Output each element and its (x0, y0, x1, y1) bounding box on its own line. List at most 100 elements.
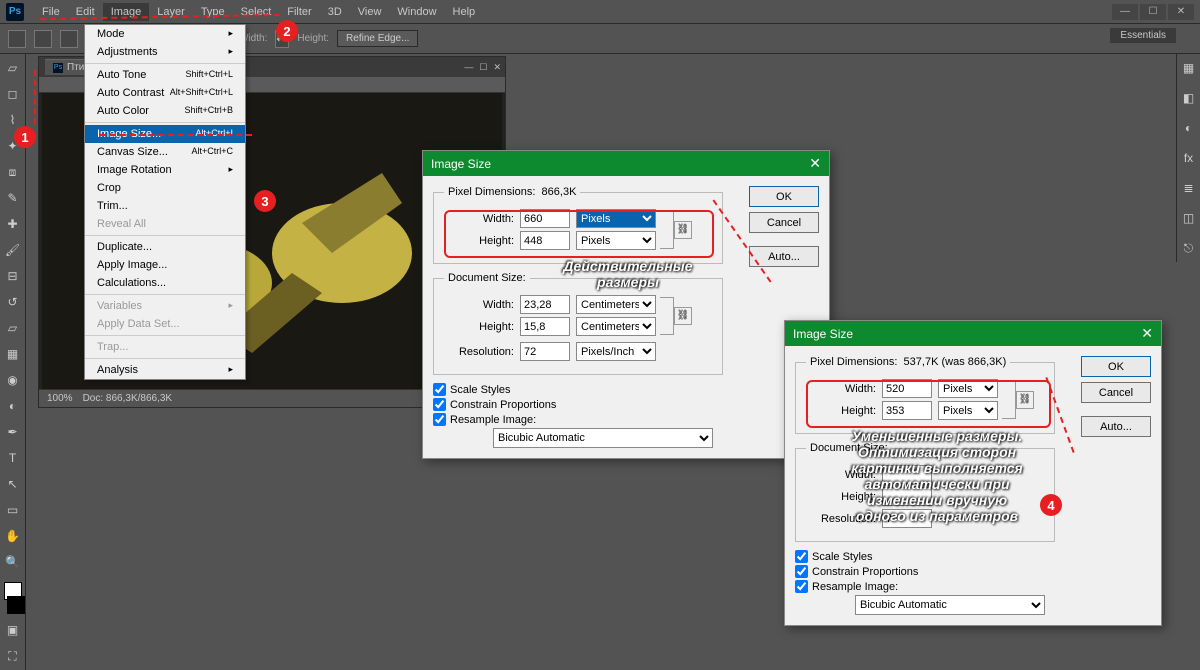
doc-width-unit[interactable]: Centimeters (576, 295, 656, 314)
healing-tool[interactable]: ✚ (3, 214, 23, 234)
ok-button[interactable]: OK (749, 186, 819, 207)
screenmode-tool[interactable]: ⛶ (3, 646, 23, 666)
zoom-tool[interactable]: 🔍 (3, 552, 23, 572)
gradient-tool[interactable]: ▦ (3, 344, 23, 364)
constrain-check[interactable] (795, 565, 808, 578)
resample-check[interactable] (795, 580, 808, 593)
annotation-bubble-3: 3 (254, 190, 276, 212)
close-button[interactable]: ✕ (1168, 4, 1194, 20)
paths-panel-icon[interactable]: ⎋ (1179, 238, 1199, 258)
scale-styles-check[interactable] (795, 550, 808, 563)
auto-button[interactable]: Auto... (1081, 416, 1151, 437)
cancel-button[interactable]: Cancel (1081, 382, 1151, 403)
menu-select[interactable]: Select (233, 3, 280, 21)
menu-filter[interactable]: Filter (279, 3, 319, 21)
width-unit[interactable]: Pixels (576, 209, 656, 228)
width-input[interactable] (520, 209, 570, 228)
dialog-titlebar[interactable]: Image Size✕ (423, 151, 829, 176)
close-icon[interactable]: ✕ (809, 155, 821, 172)
dodge-tool[interactable]: ◐ (3, 396, 23, 416)
move-tool[interactable]: ▱ (3, 58, 23, 78)
menu-help[interactable]: Help (445, 3, 484, 21)
eyedropper-tool[interactable]: ✎ (3, 188, 23, 208)
marquee-new-icon[interactable] (34, 30, 52, 48)
blur-tool[interactable]: ◉ (3, 370, 23, 390)
menu-item-crop[interactable]: Crop (85, 179, 245, 197)
pen-tool[interactable]: ✒ (3, 422, 23, 442)
resample-check[interactable] (433, 413, 446, 426)
scale-styles-check[interactable] (433, 383, 446, 396)
menu-item-image-rotation[interactable]: Image Rotation▸ (85, 161, 245, 179)
maximize-button[interactable]: ☐ (1140, 4, 1166, 20)
layers-panel-icon[interactable]: ≣ (1179, 178, 1199, 198)
doc-max-icon[interactable]: ☐ (479, 62, 487, 73)
cancel-button[interactable]: Cancel (749, 212, 819, 233)
link-icon[interactable]: ⛓ (674, 307, 692, 325)
menu-view[interactable]: View (350, 3, 390, 21)
marquee-add-icon[interactable] (60, 30, 78, 48)
doc-height-input[interactable] (520, 317, 570, 336)
menu-item-auto-color[interactable]: Auto ColorShift+Ctrl+B (85, 102, 245, 120)
menu-item-analysis[interactable]: Analysis▸ (85, 361, 245, 379)
width-input[interactable] (882, 379, 932, 398)
channels-panel-icon[interactable]: ◫ (1179, 208, 1199, 228)
menu-item-trim-[interactable]: Trim... (85, 197, 245, 215)
menu-window[interactable]: Window (389, 3, 444, 21)
hand-tool[interactable]: ✋ (3, 526, 23, 546)
doc-close-icon[interactable]: ✕ (493, 62, 501, 73)
stamp-tool[interactable]: ⊟ (3, 266, 23, 286)
ok-button[interactable]: OK (1081, 356, 1151, 377)
doc-width-input[interactable] (520, 295, 570, 314)
menu-type[interactable]: Type (193, 3, 233, 21)
refine-edge-button[interactable]: Refine Edge... (337, 30, 418, 47)
menu-item-auto-tone[interactable]: Auto ToneShift+Ctrl+L (85, 66, 245, 84)
minimize-button[interactable]: — (1112, 4, 1138, 20)
color-panel-icon[interactable]: ▦ (1179, 58, 1199, 78)
adjust-panel-icon[interactable]: ◐ (1179, 118, 1199, 138)
height-unit[interactable]: Pixels (938, 401, 998, 420)
crop-tool[interactable]: ⧈ (3, 162, 23, 182)
link-icon[interactable]: ⛓ (674, 221, 692, 239)
image-menu-dropdown: Mode▸Adjustments▸Auto ToneShift+Ctrl+LAu… (84, 24, 246, 380)
menu-item-apply-image-[interactable]: Apply Image... (85, 256, 245, 274)
shape-tool[interactable]: ▭ (3, 500, 23, 520)
dialog-titlebar[interactable]: Image Size✕ (785, 321, 1161, 346)
quickmask-tool[interactable]: ▣ (3, 620, 23, 640)
menu-item-calculations-[interactable]: Calculations... (85, 274, 245, 292)
menu-item-auto-contrast[interactable]: Auto ContrastAlt+Shift+Ctrl+L (85, 84, 245, 102)
resample-method[interactable]: Bicubic Automatic (493, 428, 713, 448)
doc-min-icon[interactable]: — (464, 62, 473, 73)
width-unit[interactable]: Pixels (938, 379, 998, 398)
height-input[interactable] (520, 231, 570, 250)
height-unit[interactable]: Pixels (576, 231, 656, 250)
link-icon[interactable]: ⛓ (1016, 391, 1034, 409)
swatches-panel-icon[interactable]: ◧ (1179, 88, 1199, 108)
path-tool[interactable]: ↖ (3, 474, 23, 494)
menu-item-duplicate-[interactable]: Duplicate... (85, 238, 245, 256)
res-input[interactable] (520, 342, 570, 361)
res-unit[interactable]: Pixels/Inch (576, 342, 656, 361)
marquee-tool[interactable]: ◻ (3, 84, 23, 104)
bg-color[interactable] (7, 596, 25, 614)
history-brush-tool[interactable]: ↺ (3, 292, 23, 312)
height-input[interactable] (882, 401, 932, 420)
right-panels: ▦ ◧ ◐ fx ≣ ◫ ⎋ (1176, 54, 1200, 262)
tool-preset-icon[interactable] (8, 30, 26, 48)
menu-3d[interactable]: 3D (320, 3, 350, 21)
window-controls: — ☐ ✕ (1112, 4, 1194, 20)
menu-item-canvas-size-[interactable]: Canvas Size...Alt+Ctrl+C (85, 143, 245, 161)
zoom-value[interactable]: 100% (47, 393, 73, 404)
doc-status-text: Doc: 866,3K/866,3K (83, 393, 173, 404)
menu-item-reveal-all: Reveal All (85, 215, 245, 233)
workspace-tab[interactable]: Essentials (1110, 28, 1176, 43)
styles-panel-icon[interactable]: fx (1179, 148, 1199, 168)
menu-item-mode[interactable]: Mode▸ (85, 25, 245, 43)
close-icon[interactable]: ✕ (1141, 325, 1153, 342)
type-tool[interactable]: T (3, 448, 23, 468)
menu-item-adjustments[interactable]: Adjustments▸ (85, 43, 245, 61)
doc-height-unit[interactable]: Centimeters (576, 317, 656, 336)
resample-method[interactable]: Bicubic Automatic (855, 595, 1045, 615)
eraser-tool[interactable]: ▱ (3, 318, 23, 338)
constrain-check[interactable] (433, 398, 446, 411)
brush-tool[interactable]: 🖌 (3, 240, 23, 260)
